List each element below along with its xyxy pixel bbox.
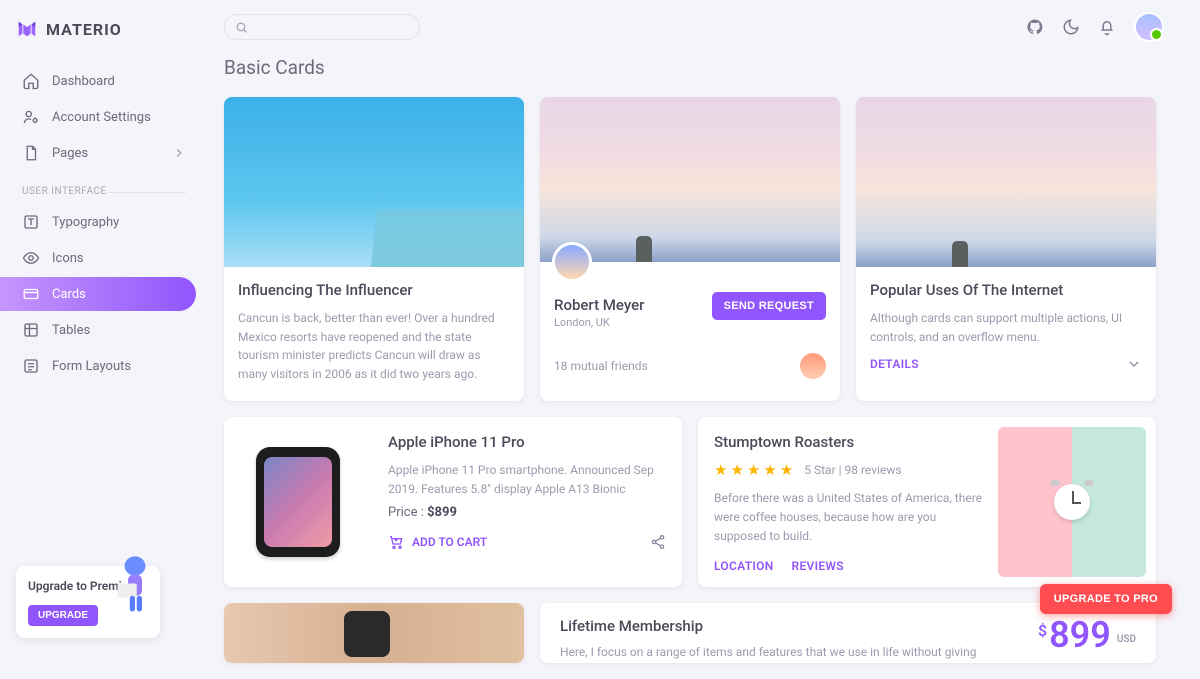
nav-main: Dashboard Account Settings Pages USER IN… (0, 56, 208, 391)
currency-unit: USD (1117, 635, 1136, 645)
reviews-link[interactable]: REVIEWS (792, 559, 844, 573)
card-text: Although cards can support multiple acti… (870, 309, 1142, 346)
search-box[interactable] (224, 14, 420, 40)
card-row-2: Apple iPhone 11 Pro Apple iPhone 11 Pro … (224, 417, 1164, 587)
brand[interactable]: MATERIO (0, 12, 208, 56)
card-title: Influencing The Influencer (238, 281, 510, 299)
location-link[interactable]: LOCATION (714, 559, 774, 573)
card-title: Stumptown Roasters (714, 433, 982, 451)
home-icon (22, 72, 40, 90)
add-to-cart-button[interactable]: ADD TO CART (388, 534, 487, 550)
price-row: Price : $899 (388, 505, 666, 520)
currency-symbol: $ (1038, 623, 1047, 639)
sidebar-item-pages[interactable]: Pages (12, 136, 196, 170)
upgrade-card: Upgrade to Premium UPGRADE (16, 566, 160, 638)
add-to-cart-label: ADD TO CART (412, 535, 487, 549)
sidebar-label: Dashboard (52, 74, 186, 89)
product-image (998, 427, 1146, 577)
sidebar-item-account-settings[interactable]: Account Settings (12, 100, 196, 134)
product-image (224, 417, 372, 587)
sidebar-label: Cards (52, 287, 186, 302)
topbar (224, 8, 1164, 46)
price-label: Price : (388, 505, 427, 520)
star-icon: ★ (763, 461, 776, 479)
sidebar-item-dashboard[interactable]: Dashboard (12, 64, 196, 98)
eye-icon (22, 249, 40, 267)
card-image (540, 97, 840, 262)
share-icon[interactable] (650, 534, 666, 550)
sidebar-label: Typography (52, 215, 186, 230)
search-input[interactable] (254, 20, 409, 34)
table-icon (22, 321, 40, 339)
card-image (224, 97, 524, 267)
details-link[interactable]: DETAILS (870, 357, 919, 371)
chevron-down-icon[interactable] (1126, 356, 1142, 372)
upgrade-pro-button[interactable]: UPGRADE TO PRO (1040, 584, 1172, 614)
upgrade-illustration-icon (108, 552, 162, 622)
sidebar-label: Account Settings (52, 110, 186, 125)
price-value: $899 (427, 505, 457, 520)
form-icon (22, 357, 40, 375)
sidebar-item-typography[interactable]: Typography (12, 205, 196, 239)
card-internet: Popular Uses Of The Internet Although ca… (856, 97, 1156, 401)
card-title: Apple iPhone 11 Pro (388, 433, 666, 451)
sidebar-item-cards[interactable]: Cards (0, 277, 196, 311)
rating-text: 5 Star | 98 reviews (804, 463, 901, 477)
chevron-right-icon (172, 146, 186, 160)
star-icon: ★ (747, 461, 760, 479)
profile-avatar[interactable] (552, 242, 592, 282)
topbar-actions (1026, 12, 1164, 42)
card-title: Popular Uses Of The Internet (870, 281, 1142, 299)
sidebar-label: Form Layouts (52, 359, 186, 374)
send-request-button[interactable]: SEND REQUEST (712, 292, 826, 320)
star-icon: ★ (780, 461, 793, 479)
sidebar-label: Pages (52, 146, 160, 161)
github-icon[interactable] (1026, 18, 1044, 36)
sidebar-item-tables[interactable]: Tables (12, 313, 196, 347)
moon-icon[interactable] (1062, 18, 1080, 36)
main-content: Basic Cards Influencing The Influencer C… (224, 56, 1164, 679)
card-text: Cancun is back, better than ever! Over a… (238, 309, 510, 383)
card-text: Here, I focus on a range of items and fe… (560, 643, 998, 662)
card-profile: Robert Meyer London, UK SEND REQUEST 18 … (540, 97, 840, 401)
sidebar: MATERIO Dashboard Account Settings Pages… (0, 0, 208, 652)
friend-avatar[interactable] (800, 353, 826, 379)
card-image (224, 603, 524, 663)
card-influencer: Influencing The Influencer Cancun is bac… (224, 97, 524, 401)
membership-price: $ 899 USD (1038, 617, 1136, 649)
star-icon: ★ (730, 461, 743, 479)
card-stumptown: Stumptown Roasters ★ ★ ★ ★ ★ 5 Star | 98… (698, 417, 1156, 587)
rating-row: ★ ★ ★ ★ ★ 5 Star | 98 reviews (714, 461, 982, 479)
upgrade-button[interactable]: UPGRADE (28, 605, 98, 626)
sidebar-label: Tables (52, 323, 186, 338)
cart-plus-icon (388, 534, 404, 550)
search-icon (235, 21, 248, 34)
user-avatar[interactable] (1134, 12, 1164, 42)
sidebar-item-form-layouts[interactable]: Form Layouts (12, 349, 196, 383)
card-row-1: Influencing The Influencer Cancun is bac… (224, 97, 1164, 401)
card-row-3: Lifetime Membership Here, I focus on a r… (224, 603, 1164, 663)
card-image (856, 97, 1156, 267)
sidebar-item-icons[interactable]: Icons (12, 241, 196, 275)
sidebar-label: Icons (52, 251, 186, 266)
page-title: Basic Cards (224, 56, 1164, 79)
card-iphone: Apple iPhone 11 Pro Apple iPhone 11 Pro … (224, 417, 682, 587)
brand-name: MATERIO (46, 20, 122, 39)
typography-icon (22, 213, 40, 231)
logo-icon (16, 18, 38, 40)
card-title: Lifetime Membership (560, 617, 998, 635)
nav-section-header: USER INTERFACE (12, 172, 196, 203)
card-watch (224, 603, 524, 663)
bell-icon[interactable] (1098, 18, 1116, 36)
file-icon (22, 144, 40, 162)
mutual-friends: 18 mutual friends (554, 359, 648, 373)
card-text: Before there was a United States of Amer… (714, 489, 982, 545)
user-cog-icon (22, 108, 40, 126)
card-text: Apple iPhone 11 Pro smartphone. Announce… (388, 461, 666, 498)
price-value: 899 (1049, 617, 1111, 653)
star-icon: ★ (714, 461, 727, 479)
card-icon (22, 285, 40, 303)
